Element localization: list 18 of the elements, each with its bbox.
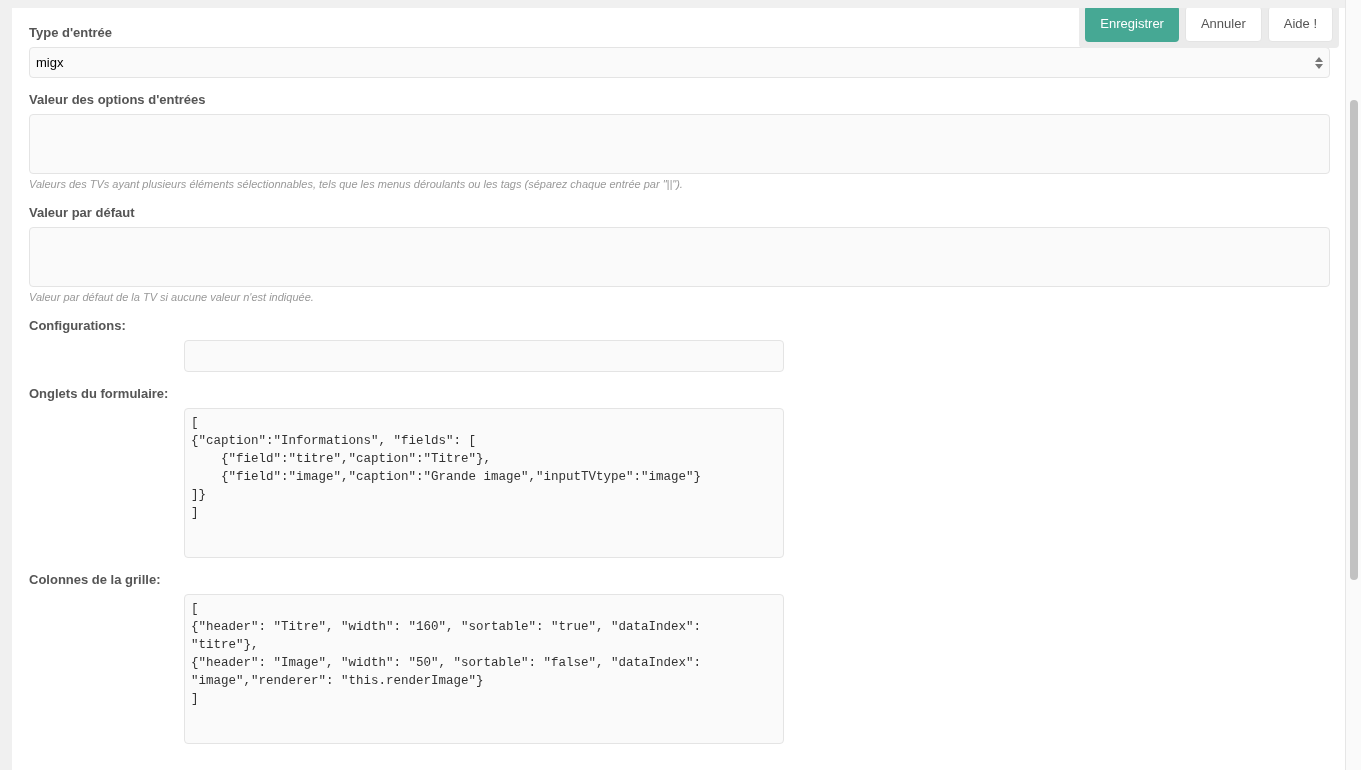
- help-text: Valeur par défaut de la TV si aucune valeur n'est indiquée.: [29, 290, 315, 304]
- sort-arrows-icon: [1315, 56, 1323, 69]
- help-text: Valeurs des TVs ayant plusieurs éléments sélectionnables, tels que les menus déroulants ou les tags (séparez chaque entrée par "||").: [29, 177, 684, 191]
- code-field[interactable]: [ {"header": "Titre", "width": "160", "sortable": "true", "dataIndex": "titre"}, {"header": "Image", "width": "50", "sortable": "false", "dataIndex": "image","renderer": "this.renderImage"} ]: [184, 594, 784, 744]
- field-label: Configurations:: [29, 318, 127, 334]
- field-label: Colonnes de la grille:: [29, 572, 162, 588]
- input-field[interactable]: [184, 340, 784, 372]
- scrollbar-thumb[interactable]: [1349, 100, 1358, 580]
- select-field[interactable]: migx: [29, 47, 1330, 78]
- field-label: Onglets du formulaire:: [29, 386, 170, 402]
- code-field[interactable]: [ {"caption":"Informations", "fields": [ {"field":"titre","caption":"Titre"}, {"field":"image","caption":"Grande image","inputTVtype":"image"} ]} ]: [184, 408, 784, 558]
- field-label: Valeur par défaut: [29, 205, 136, 221]
- toolbar-button[interactable]: Aide !: [1267, 8, 1333, 42]
- text-area[interactable]: [29, 114, 1330, 174]
- text-area[interactable]: [29, 227, 1330, 287]
- toolbar-button[interactable]: Annuler: [1184, 8, 1262, 42]
- select-value: migx: [36, 53, 64, 72]
- field-label: Valeur des options d'entrées: [29, 92, 207, 108]
